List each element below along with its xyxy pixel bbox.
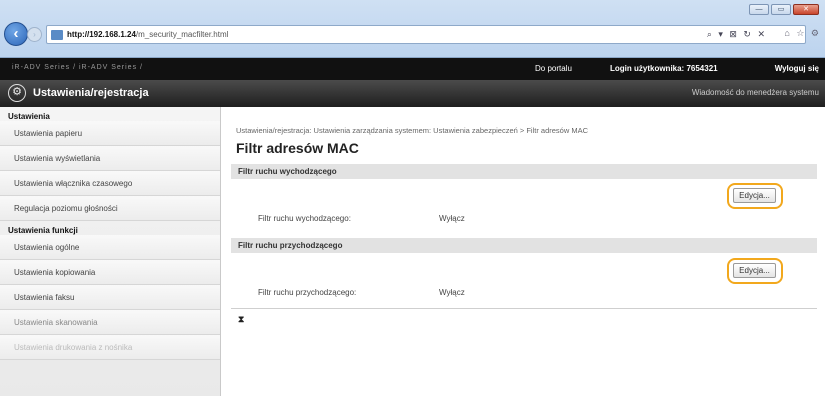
admin-message-link[interactable]: Wiadomość do menedżera systemu <box>692 88 819 97</box>
maximize-button[interactable]: ▭ <box>771 4 791 15</box>
sidebar-item-display[interactable]: Ustawienia wyświetlania <box>0 146 220 171</box>
page-icon <box>51 29 63 40</box>
forward-button[interactable]: › <box>27 27 42 42</box>
device-model: iR-ADV Series / iR-ADV Series / <box>12 64 143 71</box>
sidebar-item-copy[interactable]: Ustawienia kopiowania <box>0 260 220 285</box>
sidebar-group-functions: Ustawienia funkcji <box>8 226 78 235</box>
minimize-button[interactable]: — <box>749 4 769 15</box>
sidebar-group-settings: Ustawienia <box>8 112 50 121</box>
breadcrumb: Ustawienia/rejestracja: Ustawienia zarzą… <box>236 126 589 135</box>
close-button[interactable]: ✕ <box>793 4 819 15</box>
logout-link[interactable]: Wyloguj się <box>775 64 819 73</box>
portal-link[interactable]: Do portalu <box>535 64 572 73</box>
page-section-title: Ustawienia/rejestracja <box>33 87 149 99</box>
window-controls: — ▭ ✕ <box>749 4 819 15</box>
outbound-filter-label: Filtr ruchu wychodzącego: <box>258 214 351 223</box>
top-bar: iR-ADV Series / iR-ADV Series / Do porta… <box>0 58 825 80</box>
outbound-filter-value: Wyłącz <box>439 214 465 223</box>
inbound-edit-button[interactable]: Edycja... <box>733 263 776 278</box>
address-tools-icons[interactable]: ⌕ ▾ ⊠ ↻ ✕ <box>707 29 767 40</box>
scroll-top-icon[interactable]: ⧗ <box>238 314 244 325</box>
sidebar-item-timer[interactable]: Ustawienia włącznika czasowego <box>0 171 220 196</box>
inbound-filter-value: Wyłącz <box>439 288 465 297</box>
browser-chrome: — ▭ ✕ ‹ › http://192.168.1.24/m_security… <box>0 0 825 58</box>
sidebar-item-fax[interactable]: Ustawienia faksu <box>0 285 220 310</box>
login-user-text: Login użytkownika: 7654321 <box>610 64 718 73</box>
sidebar-item-media-print[interactable]: Ustawienia drukowania z nośnika <box>0 335 220 360</box>
inbound-edit-highlight: Edycja... <box>727 258 783 284</box>
address-url: http://192.168.1.24/m_security_macfilter… <box>67 30 228 39</box>
address-host: http://192.168.1.24 <box>67 30 136 39</box>
outbound-edit-highlight: Edycja... <box>727 183 783 209</box>
sidebar: Ustawienia Ustawienia papieru Ustawienia… <box>0 107 221 396</box>
content-divider <box>231 308 817 309</box>
title-bar: ⚙ Ustawienia/rejestracja Wiadomość do me… <box>0 80 825 107</box>
page-title: Filtr adresów MAC <box>236 140 359 156</box>
inbound-section-header: Filtr ruchu przychodzącego <box>231 238 817 253</box>
settings-gear-icon: ⚙ <box>8 84 26 102</box>
sidebar-item-general[interactable]: Ustawienia ogólne <box>0 235 220 260</box>
sidebar-item-scan[interactable]: Ustawienia skanowania <box>0 310 220 335</box>
back-button[interactable]: ‹ <box>4 22 28 46</box>
main-content: Ustawienia/rejestracja: Ustawienia zarzą… <box>231 107 817 396</box>
address-bar[interactable]: http://192.168.1.24/m_security_macfilter… <box>46 25 806 44</box>
address-path: /m_security_macfilter.html <box>135 30 229 39</box>
sidebar-item-volume[interactable]: Regulacja poziomu głośności <box>0 196 220 221</box>
sidebar-item-paper[interactable]: Ustawienia papieru <box>0 121 220 146</box>
inbound-filter-label: Filtr ruchu przychodzącego: <box>258 288 357 297</box>
browser-toolbar-icons[interactable]: ⌂ ☆ ⚙ <box>784 28 821 39</box>
outbound-section-header: Filtr ruchu wychodzącego <box>231 164 817 179</box>
outbound-edit-button[interactable]: Edycja... <box>733 188 776 203</box>
